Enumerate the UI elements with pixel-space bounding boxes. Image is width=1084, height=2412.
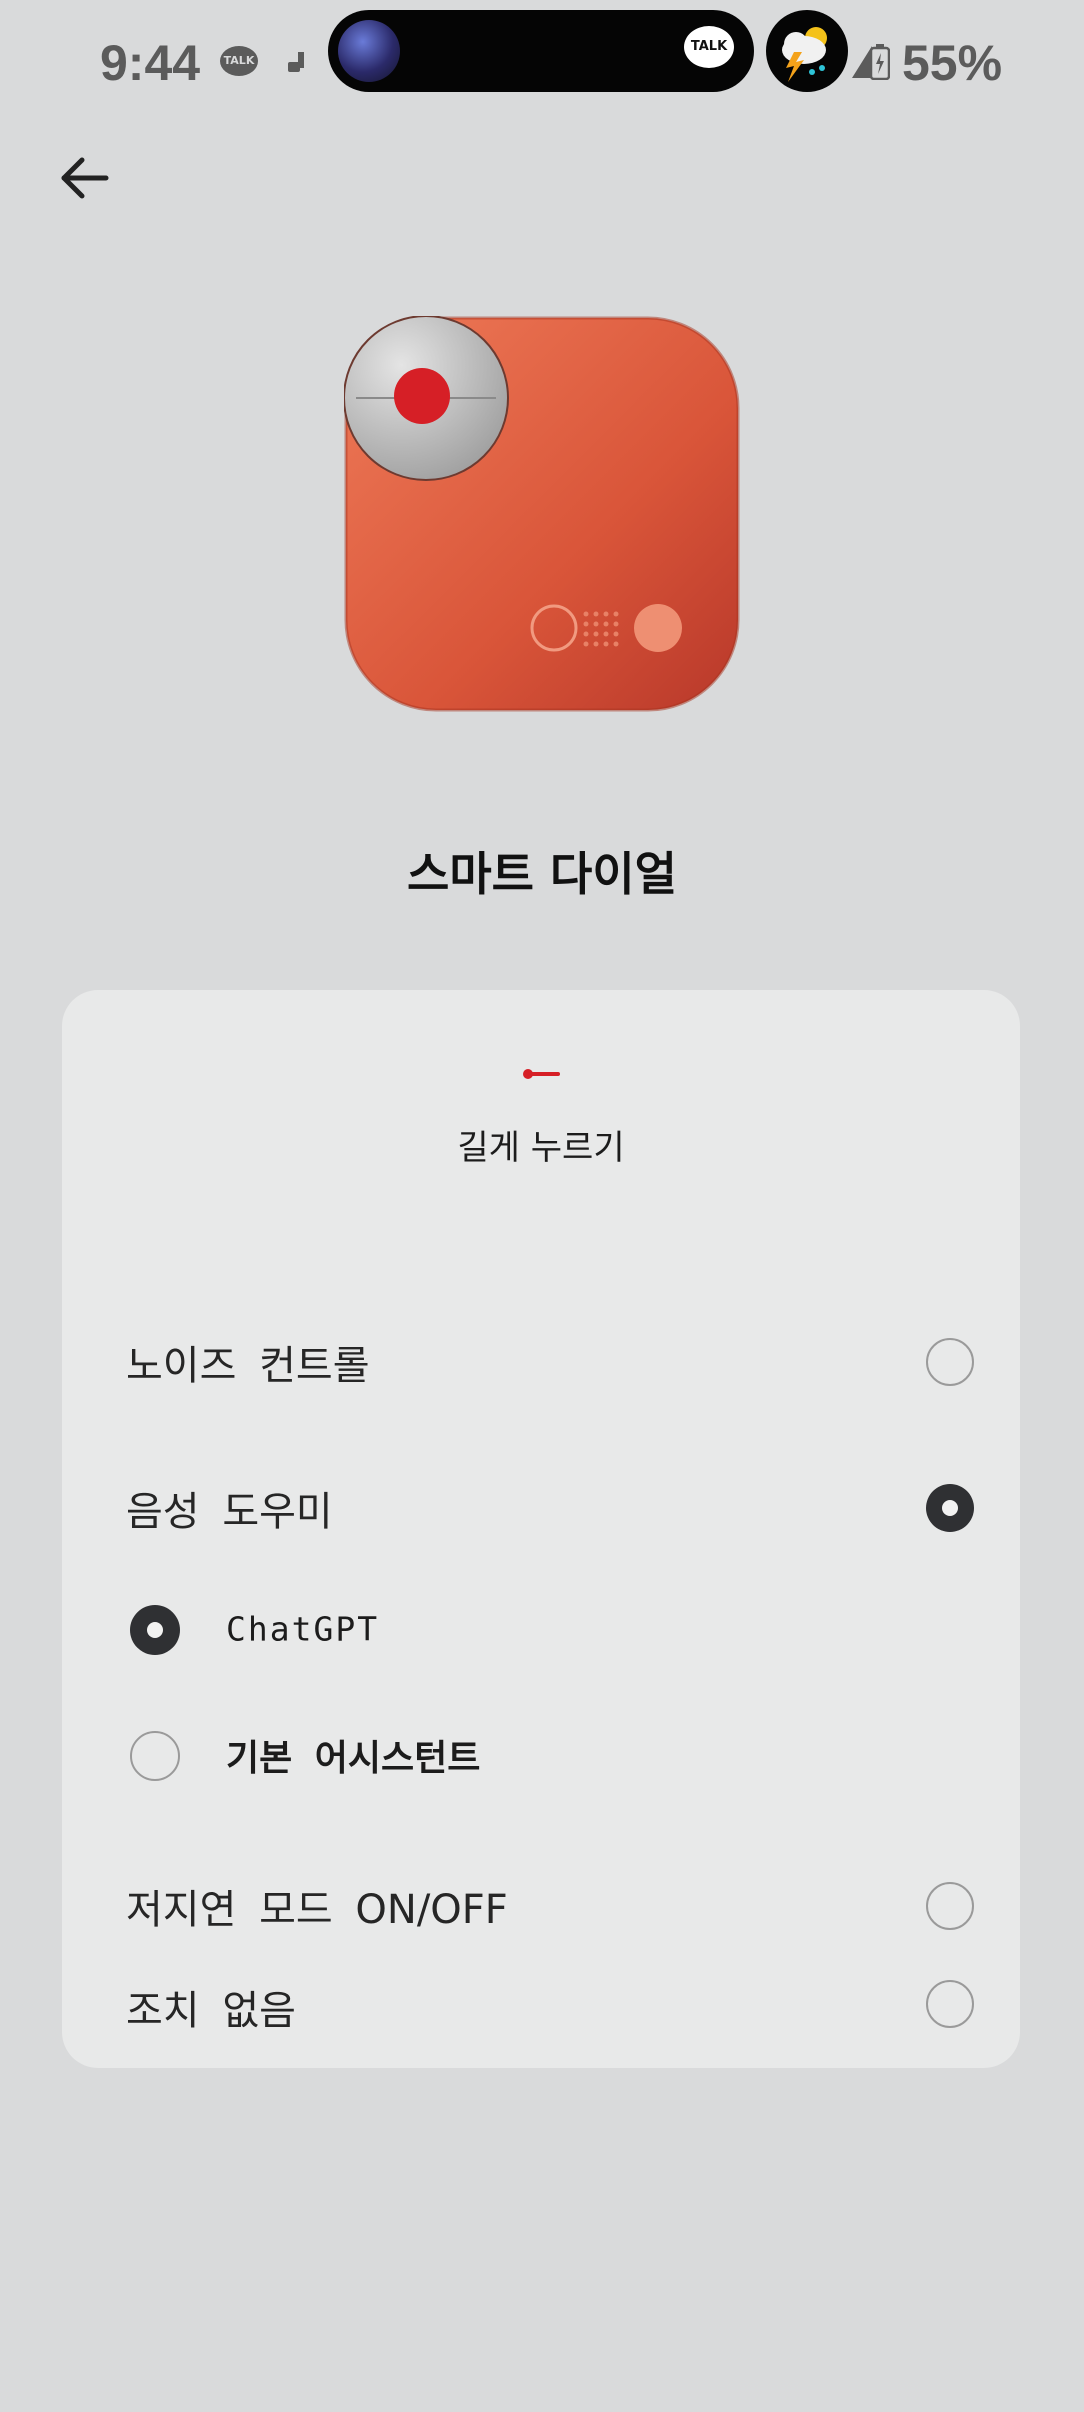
gesture-label: 길게 누르기 bbox=[457, 1128, 625, 1168]
status-bar: 9:44 TALK TALK 55% bbox=[0, 0, 1084, 120]
smart-dial-device-image bbox=[344, 316, 740, 712]
assistant-option-label: 기본 어시스턴트 bbox=[226, 1738, 481, 1779]
weather-thunderstorm-icon[interactable] bbox=[766, 10, 848, 92]
dynamic-island[interactable]: TALK bbox=[328, 10, 754, 92]
option-low-latency-mode[interactable]: 저지연 모드 ON/OFF bbox=[62, 1846, 1020, 1966]
option-no-action[interactable]: 조치 없음 bbox=[62, 1980, 1020, 2068]
media-thumbnail bbox=[338, 20, 400, 82]
long-press-settings-card: 길게 누르기 노이즈 컨트롤 음성 도우미 ChatGPT 기본 어시스턴트 저… bbox=[62, 990, 1020, 2068]
option-noise-control[interactable]: 노이즈 컨트롤 bbox=[62, 1302, 1020, 1422]
assistant-option-chatgpt[interactable]: ChatGPT bbox=[62, 1574, 1020, 1684]
radio-button-selected[interactable] bbox=[926, 1484, 974, 1532]
kakaotalk-bubble-icon: TALK bbox=[684, 26, 734, 68]
radio-button[interactable] bbox=[926, 1338, 974, 1386]
battery-charging-icon bbox=[870, 44, 890, 80]
option-label: 음성 도우미 bbox=[126, 1489, 333, 1535]
option-label: 노이즈 컨트롤 bbox=[126, 1343, 370, 1389]
kakaotalk-notification-icon: TALK bbox=[220, 46, 258, 76]
status-time: 9:44 bbox=[100, 35, 201, 91]
option-label: 조치 없음 bbox=[126, 1988, 296, 2034]
arrow-left-icon bbox=[61, 157, 109, 199]
radio-button[interactable] bbox=[926, 1980, 974, 2028]
device-name-title: 스마트 다이얼 bbox=[407, 847, 677, 901]
back-button[interactable] bbox=[46, 140, 126, 220]
long-press-gesture-icon bbox=[523, 1069, 560, 1079]
assistant-option-label: ChatGPT bbox=[226, 1609, 380, 1649]
signal-icon bbox=[852, 46, 872, 78]
music-note-icon bbox=[288, 52, 304, 72]
battery-percent: 55% bbox=[902, 35, 1003, 91]
option-label: 저지연 모드 ON/OFF bbox=[126, 1887, 508, 1933]
radio-button-selected[interactable] bbox=[130, 1605, 180, 1655]
assistant-option-default[interactable]: 기본 어시스턴트 bbox=[62, 1700, 1020, 1810]
radio-button[interactable] bbox=[926, 1882, 974, 1930]
option-voice-assistant[interactable]: 음성 도우미 bbox=[62, 1448, 1020, 1568]
radio-button[interactable] bbox=[130, 1731, 180, 1781]
